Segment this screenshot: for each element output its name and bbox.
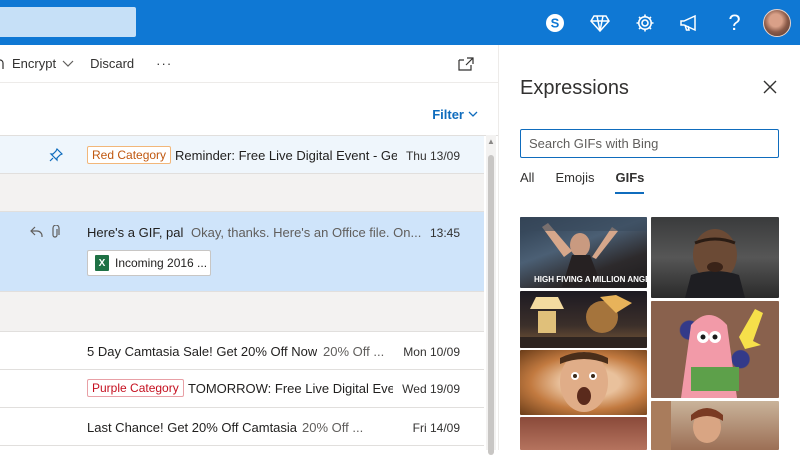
pin-icon[interactable]	[49, 148, 63, 162]
svg-text:S: S	[550, 15, 559, 30]
mail-list-pane: Encrypt Discard ··· Filter Red Category …	[0, 45, 498, 455]
diamond-icon[interactable]	[577, 0, 622, 45]
attachment-chip[interactable]: X Incoming 2016 ...	[87, 250, 211, 276]
encrypt-label: Encrypt	[12, 56, 57, 71]
discard-label: Discard	[90, 56, 135, 71]
gif-thumbnail[interactable]	[651, 217, 779, 298]
encrypt-button[interactable]: Encrypt	[0, 45, 74, 83]
gear-icon[interactable]	[622, 0, 667, 45]
filter-label: Filter	[432, 107, 464, 122]
popout-icon	[458, 56, 474, 71]
message-subject: TOMORROW: Free Live Digital Even	[188, 381, 393, 396]
category-tag: Red Category	[87, 146, 172, 164]
command-bar: Encrypt Discard ···	[0, 45, 498, 83]
help-icon[interactable]: ?	[712, 0, 757, 45]
filter-row: Filter	[0, 83, 498, 136]
message-date: Wed 19/09	[402, 382, 460, 396]
message-date: Fri 14/09	[412, 421, 460, 435]
scrollbar[interactable]: ▲	[486, 135, 496, 455]
help-glyph: ?	[728, 9, 741, 35]
expressions-tabs: All Emojis GIFs	[520, 168, 665, 198]
tab-emojis[interactable]: Emojis	[555, 168, 594, 198]
list-item[interactable]: Red Category Reminder: Free Live Digital…	[0, 136, 484, 174]
message-date: Mon 10/09	[403, 345, 460, 359]
search-box[interactable]	[0, 7, 136, 37]
group-divider	[0, 174, 484, 212]
reply-icon	[30, 226, 43, 237]
gif-thumbnail[interactable]	[520, 350, 647, 415]
filter-button[interactable]: Filter	[432, 107, 478, 122]
attachment-name: Incoming 2016 ...	[115, 256, 208, 270]
tab-gifs[interactable]: GIFs	[615, 168, 644, 198]
excel-icon: X	[95, 255, 109, 271]
list-item[interactable]: Purple Category TOMORROW: Free Live Digi…	[0, 370, 484, 408]
message-date: Thu 13/09	[405, 149, 460, 163]
scroll-thumb[interactable]	[488, 155, 494, 455]
gif-thumbnail[interactable]: HIGH FIVING A MILLION ANGELS	[520, 217, 647, 288]
popout-button[interactable]	[458, 45, 474, 83]
gif-search-field[interactable]	[520, 129, 779, 158]
top-icons: S ?	[532, 0, 800, 45]
message-subject: 5 Day Camtasia Sale! Get 20% Off Now	[87, 344, 317, 359]
gif-thumbnail[interactable]	[520, 291, 647, 348]
chevron-down-icon	[62, 60, 74, 67]
megaphone-icon[interactable]	[667, 0, 712, 45]
expressions-panel: Expressions All Emojis GIFs HIGH FIVING …	[498, 45, 800, 450]
scroll-up-arrow[interactable]: ▲	[487, 137, 495, 146]
panel-title: Expressions	[520, 77, 629, 99]
category-tag: Purple Category	[87, 379, 184, 397]
more-label: ···	[156, 56, 173, 71]
gif-thumbnail[interactable]	[651, 301, 779, 398]
message-subject: Last Chance! Get 20% Off Camtasia	[87, 420, 297, 435]
chevron-down-icon	[468, 111, 478, 117]
message-subject: Reminder: Free Live Digital Event - Get	[175, 148, 397, 163]
message-preview: 20% Off ...	[323, 344, 385, 359]
gif-caption: HIGH FIVING A MILLION ANGELS	[534, 275, 647, 284]
message-preview: 20% Off ...	[302, 420, 364, 435]
tab-all[interactable]: All	[520, 168, 534, 198]
message-preview: Okay, thanks. Here's an Office file. On.…	[191, 225, 421, 240]
close-icon[interactable]	[762, 79, 778, 95]
lock-icon	[0, 58, 4, 69]
gif-thumbnail[interactable]	[520, 417, 647, 450]
discard-button[interactable]: Discard	[90, 45, 134, 83]
avatar[interactable]	[763, 8, 791, 37]
gif-search-input[interactable]	[521, 130, 778, 157]
list-item[interactable]: Last Chance! Get 20% Off Camtasia 20% Of…	[0, 408, 484, 446]
group-divider	[0, 292, 484, 332]
paperclip-icon	[52, 225, 60, 238]
message-date: 13:45	[429, 226, 460, 240]
list-item-selected[interactable]: Here's a GIF, pal Okay, thanks. Here's a…	[0, 212, 484, 292]
skype-icon[interactable]: S	[532, 0, 577, 45]
more-options-button[interactable]: ···	[156, 45, 172, 83]
gif-thumbnail[interactable]	[651, 401, 779, 450]
top-bar: S ?	[0, 0, 800, 45]
message-subject: Here's a GIF, pal	[87, 225, 184, 240]
list-item[interactable]: 5 Day Camtasia Sale! Get 20% Off Now 20%…	[0, 332, 484, 370]
